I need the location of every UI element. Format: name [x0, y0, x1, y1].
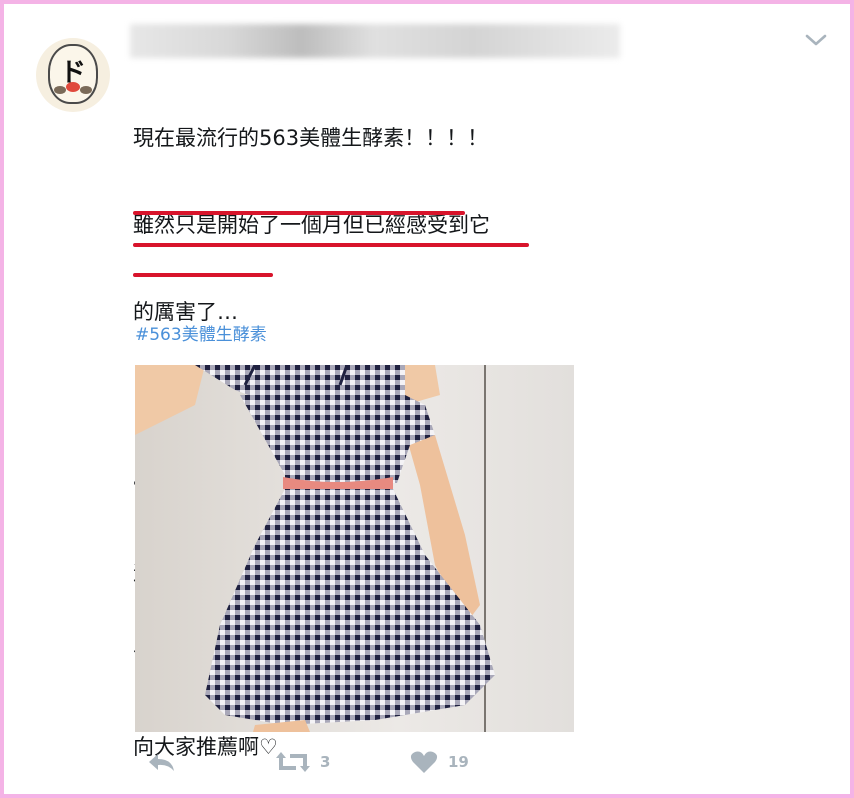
reply-icon: [149, 754, 174, 771]
avatar-nose: [66, 82, 80, 92]
hashtag-link[interactable]: #563美體生酵素: [135, 320, 267, 345]
retweet-button[interactable]: 3: [276, 744, 330, 780]
avatar-right-eye: [80, 86, 92, 94]
dress-photo-image: [135, 365, 574, 732]
red-underline: [133, 243, 529, 247]
red-underline: [133, 211, 465, 215]
red-underline: [133, 273, 273, 277]
like-count: 19: [448, 753, 469, 771]
retweet-icon: [276, 752, 310, 772]
like-button[interactable]: 19: [410, 744, 469, 780]
chevron-down-icon[interactable]: [804, 30, 828, 50]
reply-button[interactable]: [146, 744, 176, 780]
tweet-line: 雖然只是開始了一個月但已經感受到它: [133, 213, 490, 237]
heart-icon: [410, 751, 438, 773]
blurred-username[interactable]: [130, 24, 620, 58]
tweet-photo[interactable]: [135, 365, 574, 732]
avatar-left-eye: [54, 86, 66, 94]
tweet-actions: 3 19: [0, 744, 854, 780]
avatar[interactable]: ド: [36, 38, 110, 112]
tweet-line: 現在最流行的563美體生酵素！！！！: [133, 126, 489, 150]
retweet-count: 3: [320, 753, 331, 771]
